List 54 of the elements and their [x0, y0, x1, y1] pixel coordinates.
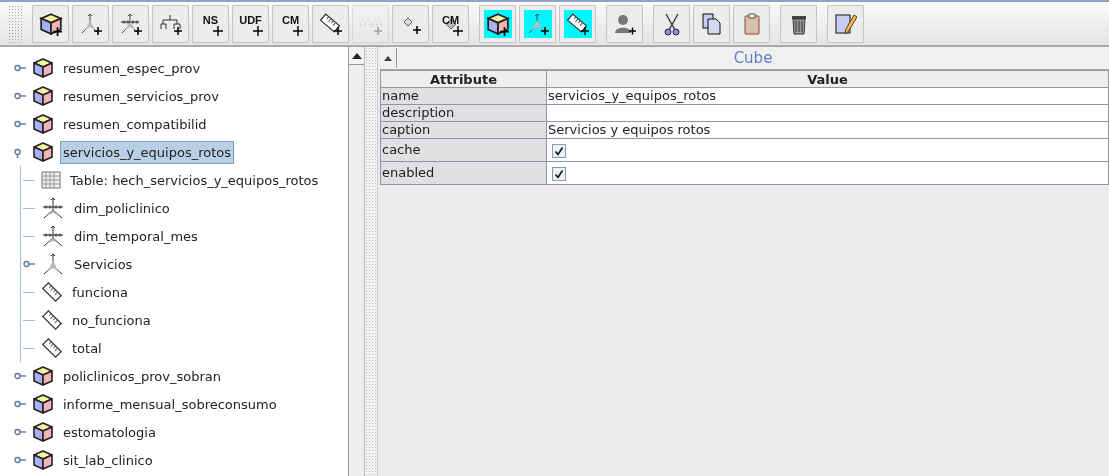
- cube-icon: [32, 421, 54, 443]
- expand-handle-icon[interactable]: [14, 62, 26, 74]
- column-header[interactable]: Attribute: [380, 70, 547, 88]
- checkbox[interactable]: [552, 166, 566, 181]
- axes-nodes-icon: [41, 196, 65, 220]
- column-header[interactable]: Value: [546, 70, 1109, 88]
- cube-icon: [32, 141, 54, 163]
- expand-handle-icon[interactable]: [14, 118, 26, 130]
- splitter-handle[interactable]: [365, 47, 378, 476]
- cube-icon: [32, 393, 54, 415]
- checkbox[interactable]: [552, 143, 566, 158]
- toolbar-button[interactable]: NS: [192, 4, 229, 43]
- scroll-up-icon[interactable]: [351, 52, 362, 59]
- tree-item[interactable]: funciona: [69, 280, 131, 304]
- tree-item[interactable]: estomatologia: [60, 420, 159, 444]
- expand-handle-icon[interactable]: [23, 258, 35, 270]
- expand-handle-icon[interactable]: [14, 398, 26, 410]
- toolbar-button[interactable]: CM: [432, 4, 469, 43]
- toolbar-button[interactable]: CM: [272, 4, 309, 43]
- tree-item[interactable]: dim_policlinico: [71, 196, 173, 220]
- axes-icon: [41, 252, 65, 276]
- expand-handle-icon[interactable]: [14, 454, 26, 466]
- axes-nodes-icon: [41, 224, 65, 248]
- plus-icon: [292, 25, 303, 36]
- expand-handle-icon[interactable]: [14, 90, 26, 102]
- tree-item[interactable]: resumen_servicios_prov: [60, 84, 222, 108]
- table-cell: cache: [380, 138, 547, 162]
- expand-handle-icon[interactable]: [14, 370, 26, 382]
- tree-item[interactable]: policlinicos_prov_sobran: [60, 364, 224, 388]
- cube-icon: [32, 365, 54, 387]
- plus-icon: [252, 25, 263, 36]
- cube-icon: [32, 113, 54, 135]
- table-icon: [41, 171, 61, 189]
- tree-item[interactable]: resumen_compatibilid: [60, 112, 210, 136]
- tree-item[interactable]: total: [69, 336, 105, 360]
- tree-item[interactable]: servicios_y_equipos_rotos: [60, 140, 235, 164]
- collapse-icon[interactable]: [384, 55, 392, 61]
- tree-item[interactable]: dim_temporal_mes: [71, 224, 201, 248]
- plus-icon: [212, 25, 223, 36]
- tree-item[interactable]: Servicios: [71, 252, 136, 276]
- tree-item[interactable]: Table: hech_servicios_y_equipos_rotos: [67, 168, 322, 192]
- scrollbar[interactable]: [348, 47, 365, 476]
- tree-item[interactable]: resumen_espec_prov: [60, 56, 204, 80]
- cube-icon: [32, 85, 54, 107]
- cube-icon: [32, 57, 54, 79]
- tree-item[interactable]: no_funciona: [69, 308, 154, 332]
- plus-icon: [452, 25, 463, 36]
- table-cell: enabled: [380, 161, 547, 185]
- cube-icon: [32, 449, 54, 471]
- expand-handle-icon[interactable]: [14, 426, 26, 438]
- tree-item[interactable]: sit_lab_clinico: [60, 448, 156, 472]
- panel-title: Cube: [732, 49, 774, 67]
- tree-item[interactable]: informe_mensual_sobreconsumo: [60, 392, 280, 416]
- toolbar-button[interactable]: UDF: [232, 4, 269, 43]
